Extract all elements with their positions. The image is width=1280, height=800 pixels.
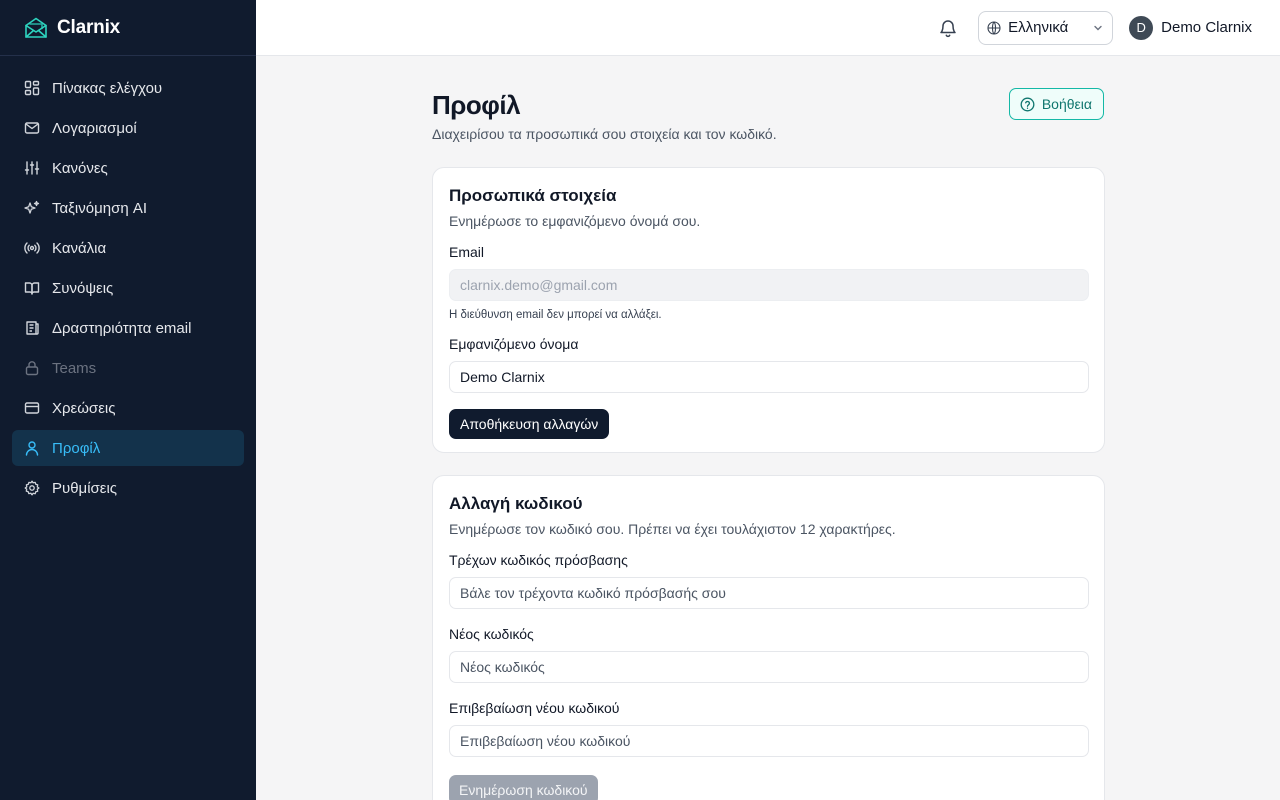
gear-icon xyxy=(24,480,40,496)
sparkles-icon xyxy=(24,200,40,216)
top-header: Ελληνικά D Demo Clarnix xyxy=(256,0,1280,56)
sidebar-nav: Πίνακας ελέγχου Λογαριασμοί Κανόνες Ταξι… xyxy=(0,56,256,506)
sidebar-item-summaries[interactable]: Συνόψεις xyxy=(12,270,244,306)
avatar: D xyxy=(1129,15,1154,40)
sidebar-item-channels[interactable]: Κανάλια xyxy=(12,230,244,266)
new-password-label: Νέος κωδικός xyxy=(449,626,534,642)
lock-icon xyxy=(24,360,40,376)
page-subtitle: Διαχειρίσου τα προσωπικά σου στοιχεία κα… xyxy=(432,126,777,142)
sidebar-item-label: Κανόνες xyxy=(52,159,108,177)
sidebar-item-label: Ρυθμίσεις xyxy=(52,479,118,497)
new-password-field[interactable] xyxy=(449,651,1089,683)
display-name-field[interactable] xyxy=(449,361,1089,393)
sidebar: Clarnix Πίνακας ελέγχου Λογαριασμοί Κανό… xyxy=(0,0,256,800)
page-header: Προφίλ Διαχειρίσου τα προσωπικά σου στοι… xyxy=(432,56,1105,167)
sidebar-item-rules[interactable]: Κανόνες xyxy=(12,150,244,186)
current-password-label: Τρέχων κωδικός πρόσβασης xyxy=(449,552,628,568)
brand-name: Clarnix xyxy=(57,16,121,38)
sidebar-item-label: Πίνακας ελέγχου xyxy=(52,79,163,97)
change-password-card: Αλλαγή κωδικού Ενημέρωσε τον κωδικό σου.… xyxy=(432,475,1105,800)
help-circle-icon xyxy=(1020,97,1035,112)
user-name: Demo Clarnix xyxy=(1161,19,1252,36)
globe-icon xyxy=(987,20,1001,35)
card-title: Προσωπικά στοιχεία xyxy=(449,186,617,205)
credit-card-icon xyxy=(24,400,40,416)
email-hint: Η διεύθυνση email δεν μπορεί να αλλάξει. xyxy=(449,309,662,321)
current-password-field[interactable] xyxy=(449,577,1089,609)
user-menu[interactable]: D Demo Clarnix xyxy=(1129,15,1252,40)
book-icon xyxy=(24,280,40,296)
sidebar-item-label: Teams xyxy=(52,359,97,377)
card-description: Ενημέρωσε το εμφανιζόμενο όνομά σου. xyxy=(449,213,701,229)
sidebar-item-profile[interactable]: Προφίλ xyxy=(12,430,244,466)
sidebar-item-label: Συνόψεις xyxy=(52,279,114,297)
sidebar-item-label: Προφίλ xyxy=(52,439,101,457)
email-label: Email xyxy=(449,244,485,260)
sidebar-item-accounts[interactable]: Λογαριασμοί xyxy=(12,110,244,146)
dashboard-icon xyxy=(24,80,40,96)
envelope-logo-icon xyxy=(24,16,48,40)
update-password-button[interactable]: Ενημέρωση κωδικού xyxy=(449,775,598,800)
brand[interactable]: Clarnix xyxy=(0,0,256,56)
email-field xyxy=(449,269,1089,301)
help-button[interactable]: Βοήθεια xyxy=(1008,88,1104,120)
sidebar-item-billing[interactable]: Χρεώσεις xyxy=(12,390,244,426)
language-label: Ελληνικά xyxy=(1008,19,1069,36)
sidebar-item-label: Δραστηριότητα email xyxy=(52,319,192,337)
card-description: Ενημέρωσε τον κωδικό σου. Πρέπει να έχει… xyxy=(449,521,896,537)
sliders-icon xyxy=(24,160,40,176)
radio-icon xyxy=(24,240,40,256)
sidebar-item-ai-sorting[interactable]: Ταξινόμηση AI xyxy=(12,190,244,226)
mail-icon xyxy=(24,120,40,136)
card-title: Αλλαγή κωδικού xyxy=(449,494,583,513)
sidebar-item-label: Κανάλια xyxy=(52,239,107,257)
help-label: Βοήθεια xyxy=(1041,96,1092,112)
display-name-label: Εμφανιζόμενο όνομα xyxy=(449,336,579,352)
sidebar-item-label: Ταξινόμηση AI xyxy=(52,199,148,217)
sidebar-item-email-activity[interactable]: Δραστηριότητα email xyxy=(12,310,244,346)
confirm-password-label: Επιβεβαίωση νέου κωδικού xyxy=(449,700,620,716)
sidebar-item-label: Λογαριασμοί xyxy=(52,119,137,137)
sidebar-item-settings[interactable]: Ρυθμίσεις xyxy=(12,470,244,506)
activity-icon xyxy=(24,320,40,336)
save-changes-button[interactable]: Αποθήκευση αλλαγών xyxy=(449,409,610,439)
sidebar-item-label: Χρεώσεις xyxy=(52,399,116,417)
language-select[interactable]: Ελληνικά xyxy=(978,10,1114,45)
personal-info-card: Προσωπικά στοιχεία Ενημέρωσε το εμφανιζό… xyxy=(432,167,1105,453)
sidebar-item-teams: Teams xyxy=(12,350,244,386)
chevron-down-icon xyxy=(1092,22,1104,34)
main-content: Προφίλ Διαχειρίσου τα προσωπικά σου στοι… xyxy=(432,56,1105,800)
bell-icon[interactable] xyxy=(938,18,958,38)
confirm-password-field[interactable] xyxy=(449,725,1089,757)
sidebar-item-dashboard[interactable]: Πίνακας ελέγχου xyxy=(12,70,244,106)
user-icon xyxy=(24,440,40,456)
page-title: Προφίλ xyxy=(432,90,521,120)
